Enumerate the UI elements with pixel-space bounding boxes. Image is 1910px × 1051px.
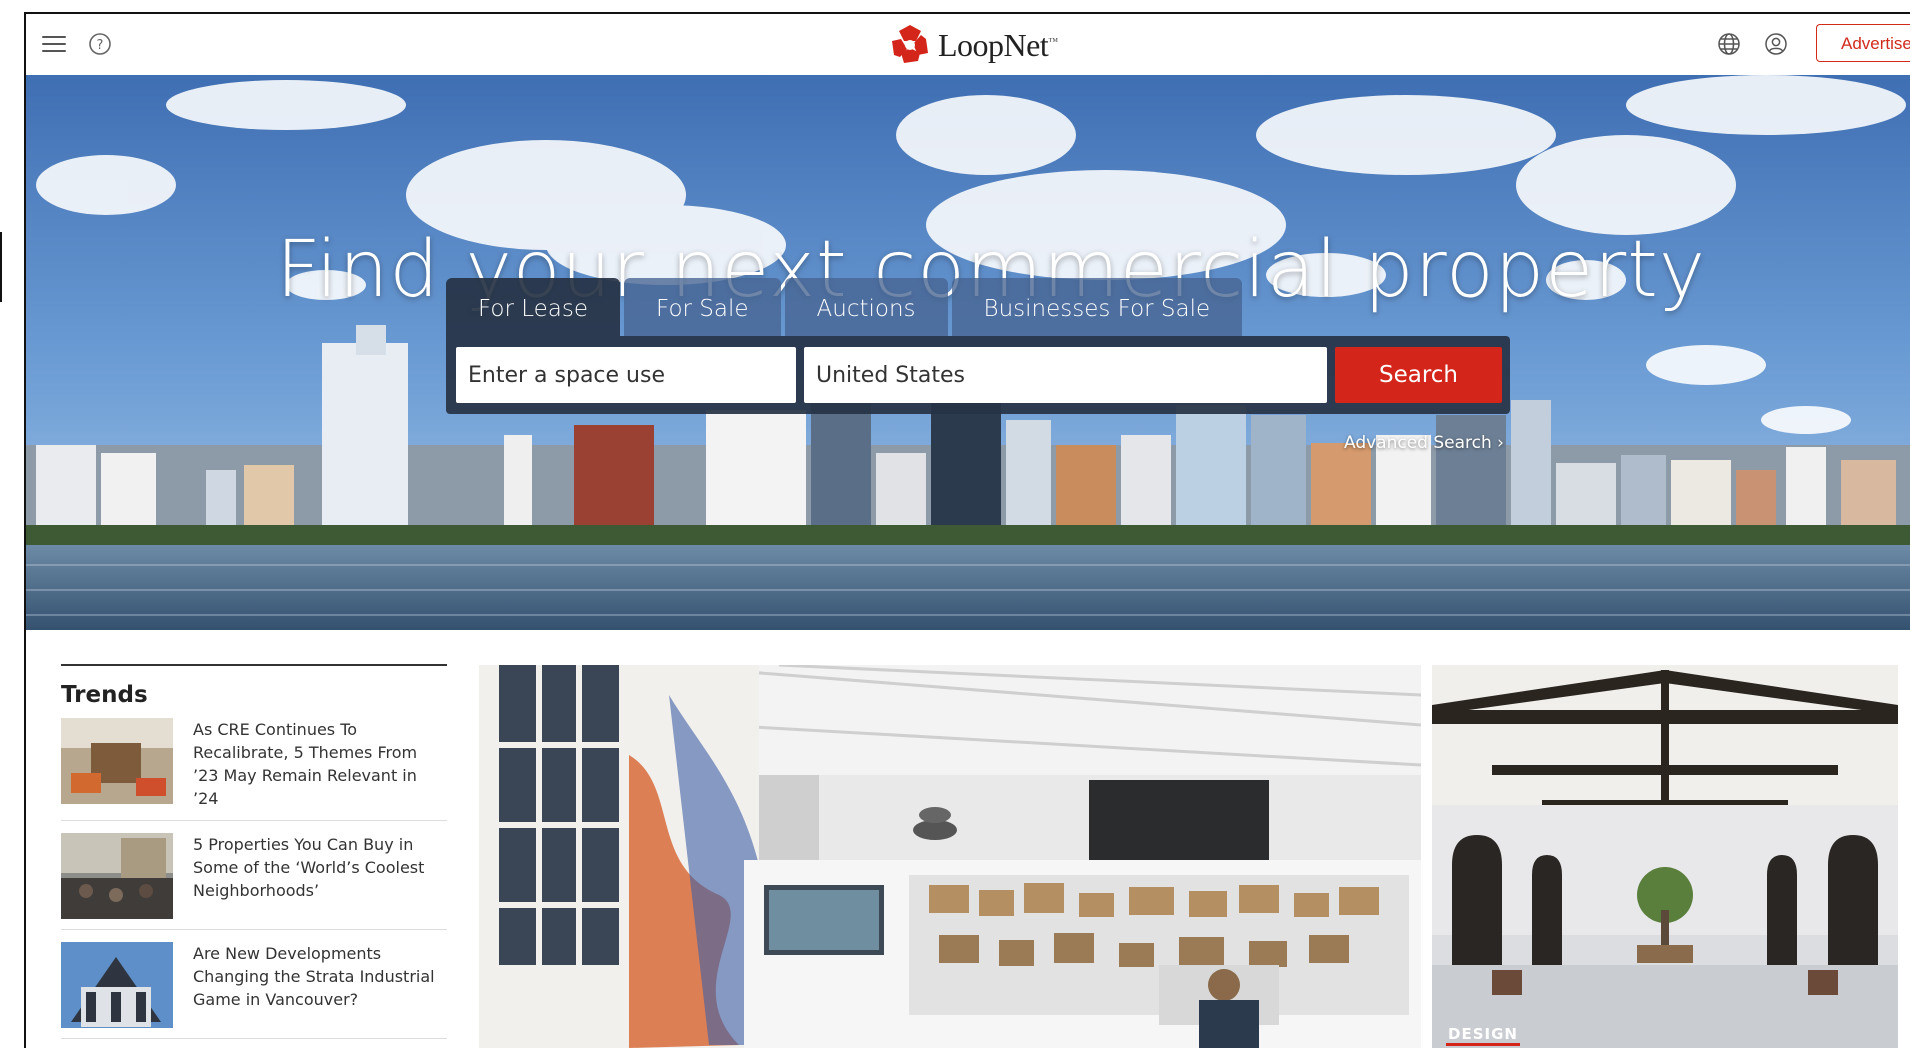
trend-headline: 5 Properties You Can Buy in Some of the … <box>193 835 425 900</box>
user-icon[interactable] <box>1764 32 1788 56</box>
trend-article[interactable]: 5 Properties You Can Buy in Some of the … <box>61 833 447 930</box>
trend-thumbnail <box>61 718 173 804</box>
trends-divider <box>61 664 447 666</box>
logo-wordmark: LoopNet™ <box>938 26 1058 63</box>
listing-type-tabs: For Lease For Sale Auctions Businesses F… <box>446 278 1243 336</box>
featured-design-image[interactable]: DESIGN <box>1432 665 1898 1048</box>
globe-icon[interactable] <box>1717 32 1741 56</box>
svg-text:?: ? <box>97 38 104 53</box>
window-edge-marker <box>0 232 2 302</box>
tab-for-lease[interactable]: For Lease <box>446 278 621 336</box>
category-tag: DESIGN <box>1446 1025 1520 1046</box>
trend-headline: Are New Developments Changing the Strata… <box>193 944 435 1009</box>
trend-thumbnail <box>61 833 173 919</box>
space-use-input[interactable] <box>456 347 796 403</box>
search-button[interactable]: Search <box>1335 347 1502 403</box>
trend-article[interactable]: As CRE Continues To Recalibrate, 5 Theme… <box>61 718 447 821</box>
trends-section: Trends As CRE Continues To Recalibrate, … <box>61 664 447 1051</box>
featured-office-image[interactable] <box>479 665 1421 1048</box>
loopnet-logo-mark-icon <box>892 25 928 63</box>
tab-for-sale[interactable]: For Sale <box>624 278 781 336</box>
trend-headline: As CRE Continues To Recalibrate, 5 Theme… <box>193 720 418 808</box>
tab-auctions[interactable]: Auctions <box>784 278 948 336</box>
location-input[interactable] <box>804 347 1327 403</box>
help-icon[interactable]: ? <box>88 32 112 56</box>
loopnet-logo[interactable]: LoopNet™ <box>888 22 1058 68</box>
menu-icon[interactable] <box>42 34 66 54</box>
trend-thumbnail <box>61 942 173 1028</box>
hero-banner: Find your next commercial property For L… <box>26 75 1910 630</box>
tab-businesses-for-sale[interactable]: Businesses For Sale <box>951 278 1243 336</box>
trends-title: Trends <box>61 682 148 708</box>
trend-article[interactable]: Are New Developments Changing the Strata… <box>61 942 447 1039</box>
search-panel: Search <box>446 336 1510 414</box>
advertise-button[interactable]: Advertise <box>1816 24 1910 62</box>
advanced-search-link[interactable]: Advanced Search › <box>1344 433 1504 453</box>
top-header: ? LoopNet™ Advertise <box>26 14 1910 75</box>
